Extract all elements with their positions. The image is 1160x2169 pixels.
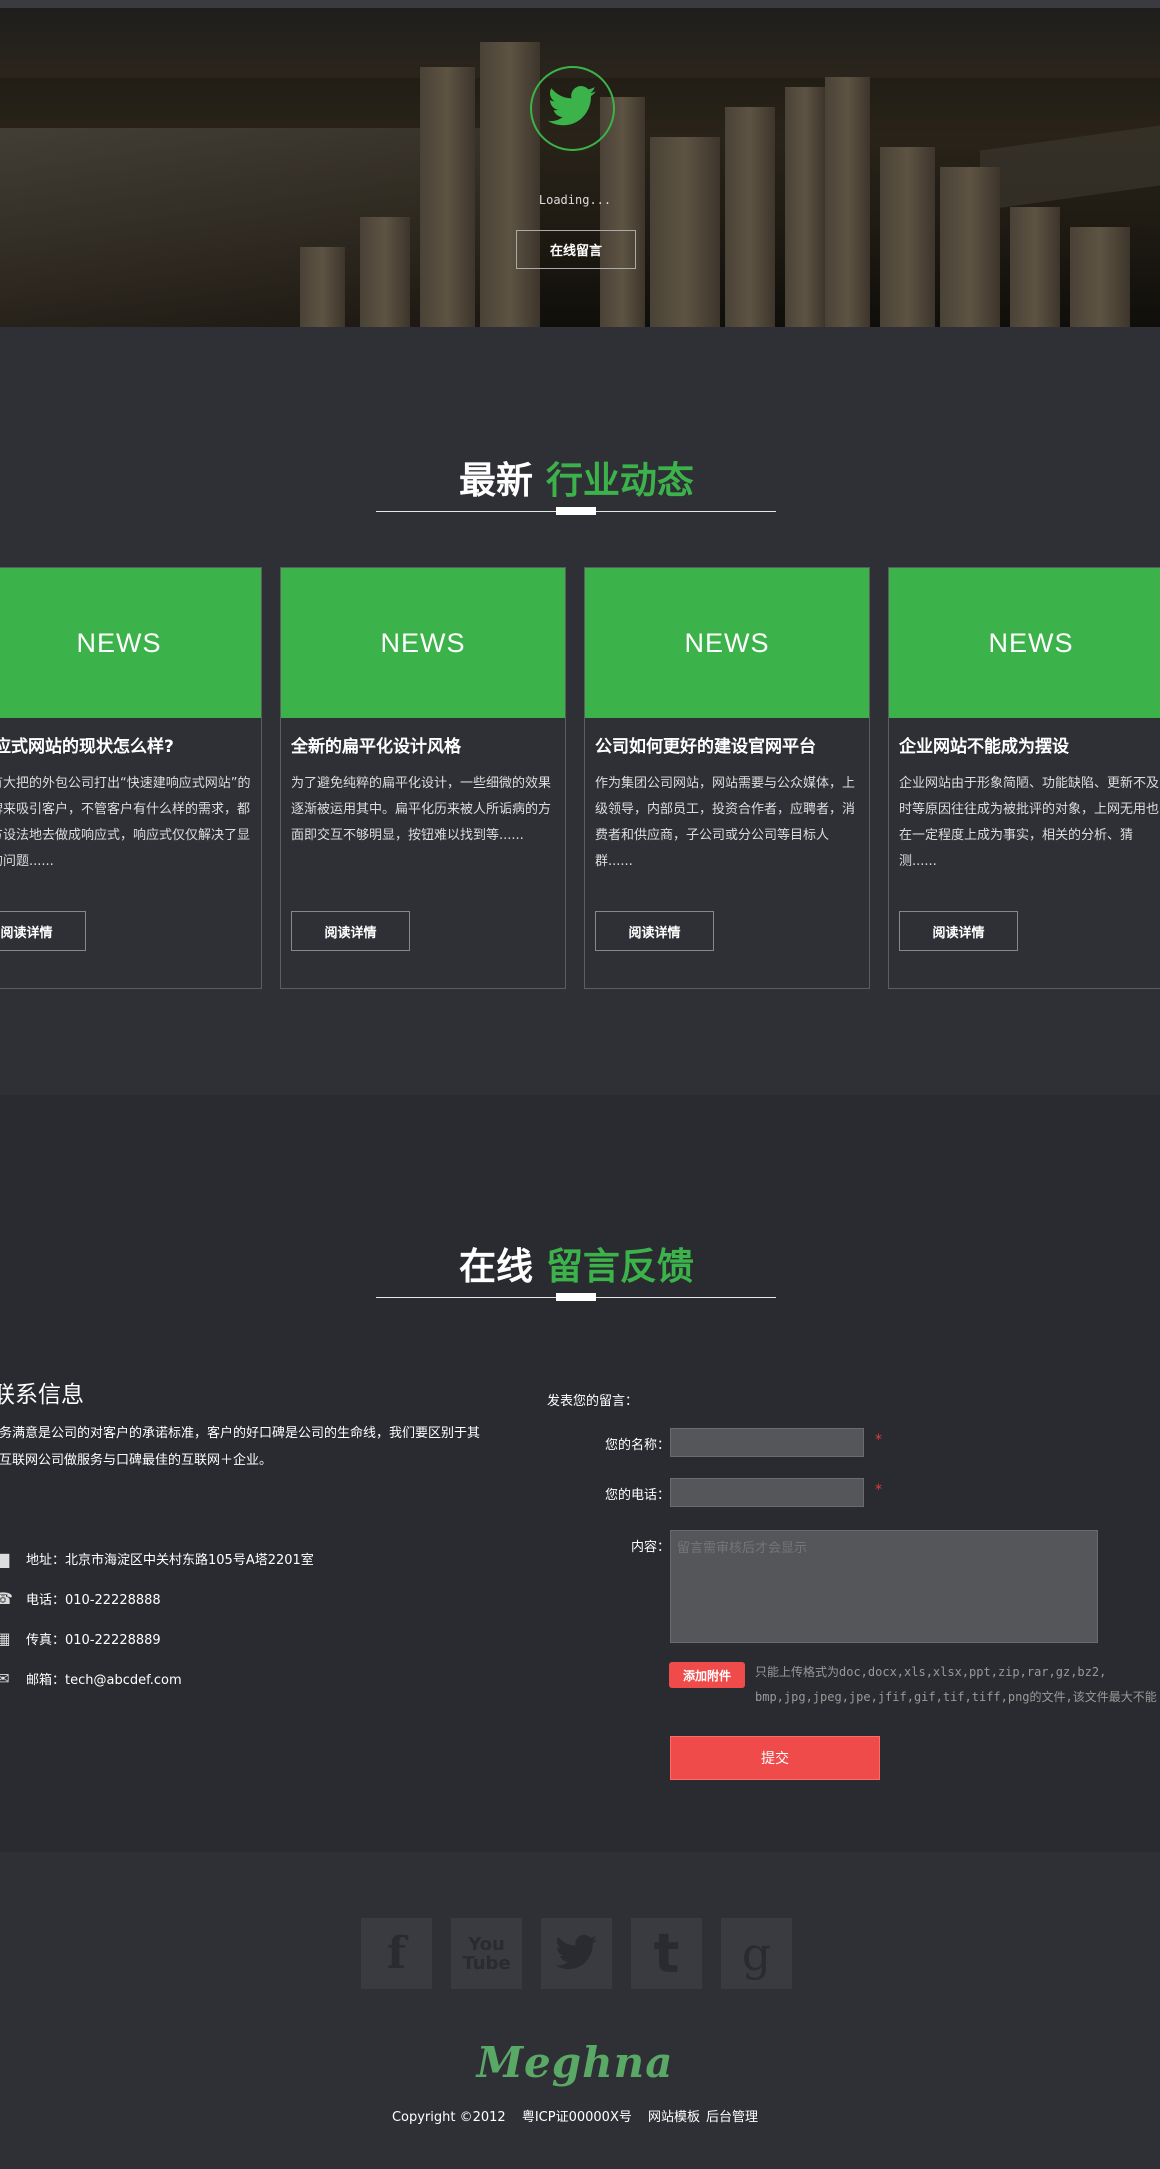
news-card-image: NEWS: [0, 568, 261, 718]
email-text: 邮箱：tech@abcdef.com: [26, 1673, 182, 1688]
contact-email: ✉ 邮箱：tech@abcdef.com: [0, 1669, 182, 1688]
name-label: 您的名称：: [604, 1438, 670, 1453]
loading-text: Loading...: [538, 193, 612, 207]
mail-icon: ✉: [0, 1669, 10, 1688]
fax-icon: ▦: [0, 1629, 11, 1648]
name-input[interactable]: [670, 1428, 864, 1457]
online-message-button[interactable]: 在线留言: [516, 230, 636, 269]
contact-title-white: 在线: [459, 1245, 534, 1288]
contact-address: ▆ 地址：北京市海淀区中关村东路105号A塔2201室: [0, 1549, 314, 1568]
attachment-note-line: bmp,jpg,jpeg,jpe,jfif,gif,tif,tiff,png的文…: [755, 1690, 1157, 1704]
news-card-desc: 内有大把的外包公司打出“快速建响应式网站”的招牌来吸引客户，不管客户有什么样的需…: [0, 776, 251, 869]
youtube-glyph: You Tube: [462, 1933, 511, 1974]
phone-text: 电话：010-22228888: [26, 1593, 161, 1608]
admin-link[interactable]: 后台管理: [706, 2110, 758, 2125]
google-icon[interactable]: g: [721, 1918, 792, 1989]
twitter-social-icon[interactable]: [541, 1918, 612, 1989]
contact-section-title: 在线 留言反馈: [0, 1236, 1153, 1290]
icp-link[interactable]: 粤ICP证00000X号: [522, 2110, 632, 2125]
read-more-button[interactable]: 阅读详情: [595, 911, 714, 951]
phone-icon: ☎: [0, 1589, 13, 1608]
required-mark: *: [875, 1482, 882, 1498]
youtube-icon[interactable]: You Tube: [451, 1918, 522, 1989]
attachment-note-line: 只能上传格式为doc,docx,xls,xlsx,ppt,zip,rar,gz,…: [755, 1665, 1107, 1679]
attachment-note: 只能上传格式为doc,docx,xls,xlsx,ppt,zip,rar,gz,…: [755, 1660, 1160, 1710]
address-text: 地址：北京市海淀区中关村东路105号A塔2201室: [26, 1553, 314, 1568]
news-card-desc: 作为集团公司网站，网站需要与公众媒体，上级领导，内部员工，投资合作者，应聘者，消…: [595, 776, 856, 869]
copyright-text: Copyright ©2012: [391, 2110, 506, 2125]
news-card[interactable]: NEWS 企业网站不能成为摆设 企业网站由于形象简陋、功能缺陷、更新不及时等原因…: [888, 567, 1160, 989]
news-card[interactable]: NEWS 全新的扁平化设计风格 为了避免纯粹的扁平化设计，一些细微的效果逐渐被运…: [280, 567, 566, 989]
news-card[interactable]: NEWS 公司如何更好的建设官网平台 作为集团公司网站，网站需要与公众媒体，上级…: [584, 567, 870, 989]
news-card-title[interactable]: 公司如何更好的建设官网平台: [595, 732, 861, 757]
submit-button[interactable]: 提交: [670, 1736, 880, 1780]
required-mark: *: [875, 1432, 882, 1448]
contact-intro: 服务满意是公司的对客户的承诺标准，客户的好口碑是公司的生命线，我们要区别于其他互…: [0, 1426, 481, 1468]
content-label: 内容：: [630, 1540, 670, 1555]
news-title-green: 行业动态: [545, 459, 694, 502]
facebook-glyph: f: [387, 1928, 406, 1979]
news-card-title[interactable]: 响应式网站的现状怎么样?: [0, 732, 243, 757]
fax-text: 传真：010-22228889: [26, 1633, 161, 1648]
read-more-button[interactable]: 阅读详情: [291, 911, 410, 951]
copyright-bar: Copyright ©2012 粤ICP证00000X号 网站模板 后台管理: [0, 2106, 1150, 2125]
tel-input[interactable]: [670, 1478, 864, 1507]
contact-title-green: 留言反馈: [545, 1245, 694, 1288]
form-heading: 发表您的留言：: [547, 1394, 639, 1409]
news-card[interactable]: NEWS 响应式网站的现状怎么样? 内有大把的外包公司打出“快速建响应式网站”的…: [0, 567, 262, 989]
top-strip: [0, 0, 1160, 8]
news-section-title: 最新 行业动态: [0, 450, 1153, 504]
news-title-white: 最新: [459, 459, 534, 502]
twitter-icon[interactable]: [530, 66, 615, 151]
add-attachment-button[interactable]: 添加附件: [669, 1662, 745, 1688]
hero-banner: [0, 8, 1160, 327]
building-icon: ▆: [0, 1549, 10, 1568]
read-more-button[interactable]: 阅读详情: [0, 911, 86, 951]
news-card-title[interactable]: 全新的扁平化设计风格: [291, 732, 557, 757]
news-card-desc: 为了避免纯粹的扁平化设计，一些细微的效果逐渐被运用其中。扁平化历来被人所诟病的方…: [291, 776, 552, 843]
footer-logo: Meghna: [476, 2038, 674, 2087]
contact-fax: ▦ 传真：010-22228889: [0, 1629, 161, 1648]
facebook-icon[interactable]: f: [361, 1918, 432, 1989]
news-card-image: NEWS: [281, 568, 565, 718]
news-card-image: NEWS: [889, 568, 1160, 718]
read-more-button[interactable]: 阅读详情: [899, 911, 1018, 951]
tumblr-glyph: t: [653, 1922, 680, 1985]
contact-info-heading: 联系信息: [0, 1382, 84, 1408]
template-link[interactable]: 网站模板: [648, 2110, 700, 2125]
tel-label: 您的电话：: [604, 1488, 670, 1503]
google-glyph: g: [741, 1926, 772, 1981]
title-divider-bar: [556, 507, 596, 515]
title-divider-bar: [556, 1293, 596, 1301]
news-card-title[interactable]: 企业网站不能成为摆设: [899, 732, 1160, 757]
content-textarea[interactable]: [670, 1530, 1098, 1643]
news-card-desc: 企业网站由于形象简陋、功能缺陷、更新不及时等原因往往成为被批评的对象，上网无用也…: [899, 776, 1160, 869]
news-card-image: NEWS: [585, 568, 869, 718]
contact-phone: ☎ 电话：010-22228888: [0, 1589, 161, 1608]
tumblr-icon[interactable]: t: [631, 1918, 702, 1989]
hero-overlay: [0, 8, 1160, 327]
